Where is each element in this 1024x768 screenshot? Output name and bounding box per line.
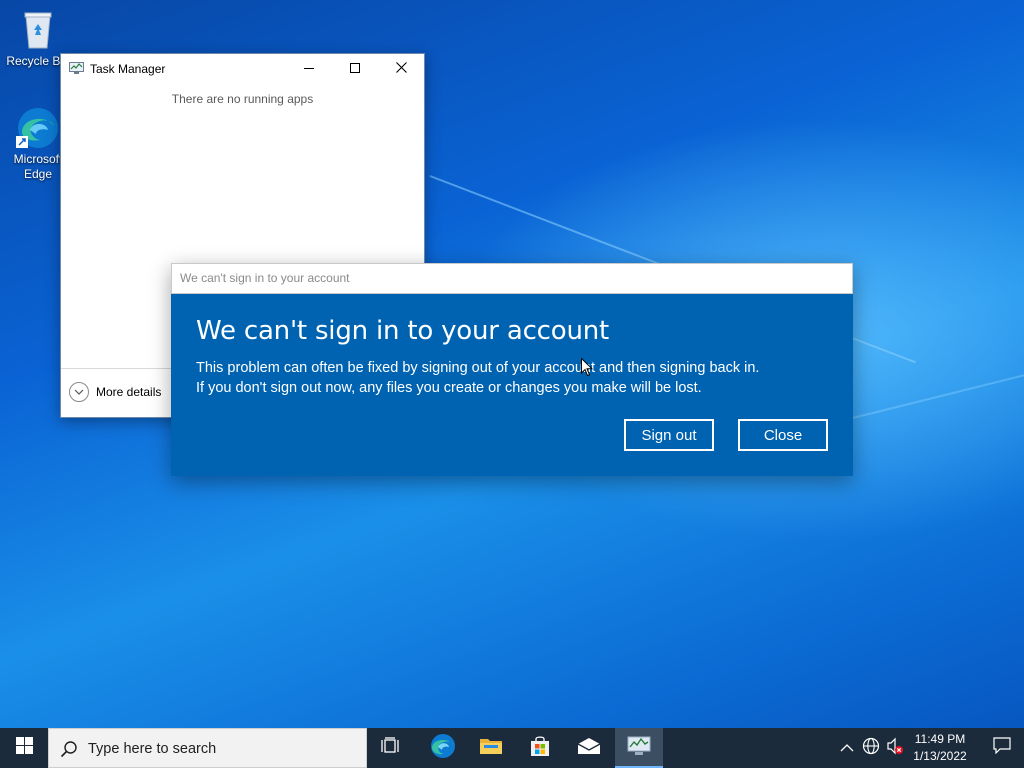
task-manager-icon (69, 62, 84, 75)
no-apps-message: There are no running apps (171, 92, 314, 106)
notification-icon (993, 737, 1011, 759)
close-button[interactable] (378, 54, 424, 84)
minimize-icon (304, 60, 314, 78)
more-details-button[interactable]: More details (69, 382, 161, 402)
dialog-message: This problem can often be fixed by signi… (196, 358, 759, 398)
network-icon (862, 737, 880, 760)
network-button[interactable] (862, 737, 880, 760)
dialog-message-line2: If you don't sign out now, any files you… (196, 380, 702, 396)
dialog-window-title: We can't sign in to your account (180, 271, 350, 285)
maximize-icon (350, 60, 360, 78)
maximize-button[interactable] (332, 54, 378, 84)
taskbar-edge-button[interactable] (419, 728, 467, 768)
taskbar: Type here to search 11:49 PM 1/13/2022 (0, 728, 1024, 768)
dialog-message-line1: This problem can often be fixed by signi… (196, 360, 760, 376)
search-icon (60, 740, 78, 763)
taskbar-file-explorer-button[interactable] (467, 728, 515, 768)
task-manager-icon (627, 736, 651, 761)
taskbar-search-box[interactable]: Type here to search (48, 728, 367, 768)
show-hidden-icons-button[interactable] (838, 739, 856, 757)
start-button[interactable] (0, 728, 48, 768)
clock-date: 1/13/2022 (913, 749, 967, 763)
clock-time: 11:49 PM (914, 732, 966, 746)
task-manager-titlebar[interactable]: Task Manager (61, 54, 424, 84)
mail-icon (577, 737, 601, 760)
task-view-button[interactable] (367, 728, 415, 768)
show-hidden-icons-icon (840, 739, 854, 757)
more-details-label: More details (96, 385, 162, 399)
taskbar-mail-button[interactable] (565, 728, 613, 768)
recycle-bin-icon (16, 8, 60, 52)
system-clock[interactable]: 11:49 PM 1/13/2022 (905, 731, 975, 765)
dialog-heading: We can't sign in to your account (196, 316, 610, 346)
chevron-down-icon (69, 382, 89, 402)
dialog-body: We can't sign in to your account This pr… (171, 294, 853, 476)
windows-logo-icon (15, 737, 33, 759)
sign-out-button[interactable]: Sign out (624, 419, 714, 451)
taskbar-task-manager-button[interactable] (615, 728, 663, 768)
mouse-cursor-icon (581, 357, 594, 377)
task-view-icon (381, 736, 401, 760)
volume-button[interactable] (886, 737, 904, 760)
microsoft-store-icon (529, 735, 551, 762)
edge-icon (16, 106, 60, 150)
taskbar-store-button[interactable] (516, 728, 564, 768)
close-dialog-button[interactable]: Close (738, 419, 828, 451)
window-title: Task Manager (90, 62, 166, 76)
volume-muted-icon (886, 737, 904, 760)
dialog-titlebar[interactable]: We can't sign in to your account (171, 263, 853, 294)
file-explorer-icon (479, 736, 503, 761)
action-center-button[interactable] (980, 728, 1024, 768)
search-placeholder: Type here to search (88, 741, 217, 757)
edge-icon (430, 733, 456, 764)
minimize-button[interactable] (286, 54, 332, 84)
close-icon (395, 60, 407, 78)
sign-in-error-dialog: We can't sign in to your account We can'… (171, 263, 853, 476)
